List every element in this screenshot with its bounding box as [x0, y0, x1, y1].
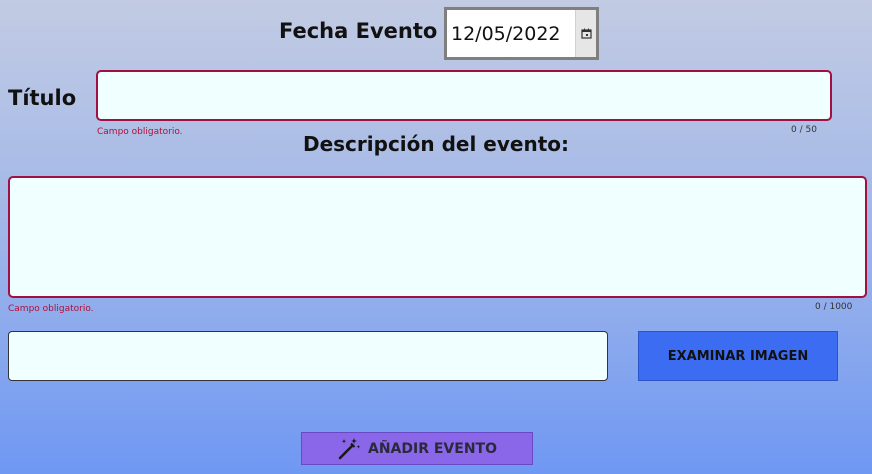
image-path-input[interactable]	[8, 331, 608, 381]
add-event-button[interactable]: AÑADIR EVENTO	[301, 432, 533, 465]
add-event-label: AÑADIR EVENTO	[367, 440, 497, 457]
event-date-input[interactable]: 12/05/2022	[444, 7, 599, 60]
event-date-value[interactable]: 12/05/2022	[447, 23, 575, 45]
magic-wand-icon	[338, 437, 361, 459]
calendar-picker-button[interactable]	[575, 10, 596, 57]
calendar-icon	[580, 28, 592, 39]
description-char-counter: 0 / 1000	[815, 302, 853, 312]
description-textarea[interactable]	[8, 176, 867, 298]
title-label: Título	[8, 86, 77, 110]
browse-image-button[interactable]: EXAMINAR IMAGEN	[638, 331, 838, 381]
description-label: Descripción del evento:	[302, 132, 569, 156]
description-error-message: Campo obligatorio.	[8, 304, 94, 314]
title-input[interactable]	[96, 70, 832, 121]
event-date-label: Fecha Evento	[279, 19, 438, 43]
